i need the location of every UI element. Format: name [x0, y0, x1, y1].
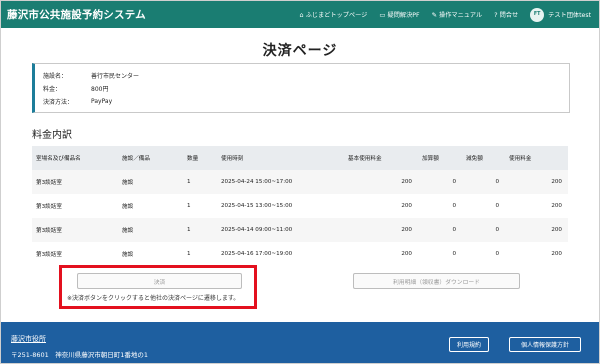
table-cell: 0: [495, 227, 499, 233]
info-method-row: 決済方法： PayPay: [43, 95, 569, 108]
table-cell: 0: [452, 179, 456, 185]
table-header-row: 室場名及び備品名 施設／備品 数量 使用時刻 基本使用料金 加算額 減免額 使用…: [32, 146, 568, 170]
table-cell: 0: [452, 227, 456, 233]
user-menu[interactable]: FT テスト団体test: [530, 7, 591, 22]
table-cell: 第3談話室: [36, 228, 62, 234]
footer-address: 〒251-8601 神奈川県藤沢市朝日町1番地の1: [11, 351, 149, 359]
table-cell: 0: [495, 203, 499, 209]
settle-note: ※決済ボタンをクリックすると他社の決済ページに遷移します。: [67, 295, 240, 302]
footer-org-link[interactable]: 藤沢市役所: [11, 334, 46, 344]
book-icon: ▭: [379, 10, 386, 19]
page-title: 決済ページ: [262, 43, 338, 59]
privacy-policy-button[interactable]: 個人情報保護方針: [509, 337, 581, 352]
nav-link-label: 疑問解決PF: [387, 12, 420, 19]
table-cell: 200: [401, 251, 412, 257]
table-cell: 200: [551, 227, 562, 233]
nav-link-label: 問合せ: [499, 12, 519, 19]
settle-button[interactable]: 決済: [77, 273, 242, 289]
nav-link-label: ふじまどトップページ: [305, 12, 368, 19]
terms-button[interactable]: 利用規約: [449, 337, 489, 352]
table-cell: 2025-04-14 09:00~11:00: [221, 227, 293, 233]
table-cell: 2025-04-15 13:00~15:00: [221, 203, 293, 209]
column-header: 減免額: [466, 156, 483, 162]
table-cell: 1: [187, 227, 191, 233]
table-cell: 2025-04-16 17:00~19:00: [221, 251, 293, 257]
info-label: 施設名：: [43, 73, 68, 80]
table-cell: 施設: [122, 204, 134, 210]
nav-links: ⌂ ふじまどトップページ ▭ 疑問解決PF ✎ 操作マニュアル ? 問合せ FT…: [299, 1, 591, 28]
table-cell: 0: [495, 251, 499, 257]
table-row: 第3談話室 施設 1 2025-04-14 09:00~11:00 200 0 …: [32, 218, 568, 242]
top-navbar: 藤沢市公共施設予約システム ⌂ ふじまどトップページ ▭ 疑問解決PF ✎ 操作…: [1, 1, 599, 28]
column-header: 室場名及び備品名: [36, 156, 81, 162]
payment-info-box: 施設名： 善行市民センター 料金： 800円 決済方法： PayPay: [32, 63, 570, 113]
table-cell: 1: [187, 203, 191, 209]
info-label: 決済方法：: [43, 99, 74, 106]
table-cell: 200: [401, 179, 412, 185]
table-row: 第3談話室 施設 1 2025-04-15 13:00~15:00 200 0 …: [32, 194, 568, 218]
table-cell: 200: [551, 203, 562, 209]
table-row: 第3談話室 施設 1 2025-04-16 17:00~19:00 200 0 …: [32, 242, 568, 266]
table-row: 第3談話室 施設 1 2025-04-24 15:00~17:00 200 0 …: [32, 170, 568, 194]
table-cell: 1: [187, 179, 191, 185]
table-cell: 0: [452, 203, 456, 209]
table-cell: 第3談話室: [36, 252, 62, 258]
table-cell: 0: [495, 179, 499, 185]
home-icon: ⌂: [299, 10, 304, 19]
table-cell: 施設: [122, 228, 134, 234]
info-facility-row: 施設名： 善行市民センター: [43, 69, 569, 82]
nav-faq-link[interactable]: ▭ 疑問解決PF: [379, 10, 420, 20]
column-header: 基本使用料金: [348, 156, 382, 162]
nav-top-page-link[interactable]: ⌂ ふじまどトップページ: [299, 10, 368, 20]
table-cell: 施設: [122, 180, 134, 186]
table-cell: 200: [551, 251, 562, 257]
info-label: 料金：: [43, 86, 62, 93]
nav-contact-link[interactable]: ? 問合せ: [494, 10, 519, 20]
column-header: 使用料金: [509, 156, 532, 162]
user-name: テスト団体test: [548, 12, 591, 19]
column-header: 使用時刻: [221, 156, 244, 162]
table-cell: 第3談話室: [36, 180, 62, 186]
info-value: PayPay: [91, 98, 113, 105]
pen-icon: ✎: [431, 10, 438, 19]
column-header: 施設／備品: [122, 156, 150, 162]
table-cell: 0: [452, 251, 456, 257]
nav-manual-link[interactable]: ✎ 操作マニュアル: [431, 10, 483, 20]
table-cell: 200: [401, 227, 412, 233]
column-header: 数量: [187, 156, 199, 162]
fee-breakdown-table: 室場名及び備品名 施設／備品 数量 使用時刻 基本使用料金 加算額 減免額 使用…: [32, 146, 568, 266]
receipt-download-button[interactable]: 利用明細（領収書）ダウンロード: [353, 273, 520, 289]
table-cell: 2025-04-24 15:00~17:00: [221, 179, 293, 185]
info-fee-row: 料金： 800円: [43, 82, 569, 95]
site-brand[interactable]: 藤沢市公共施設予約システム: [7, 7, 146, 22]
section-title: 料金内訳: [32, 130, 72, 141]
footer: 藤沢市役所 〒251-8601 神奈川県藤沢市朝日町1番地の1 利用規約 個人情…: [1, 322, 599, 363]
info-value: 800円: [91, 86, 109, 93]
column-header: 加算額: [422, 156, 439, 162]
table-cell: 200: [401, 203, 412, 209]
avatar: FT: [530, 7, 545, 22]
table-cell: 施設: [122, 252, 134, 258]
table-cell: 第3談話室: [36, 204, 62, 210]
info-value: 善行市民センター: [91, 73, 140, 80]
table-cell: 1: [187, 251, 191, 257]
table-cell: 200: [551, 179, 562, 185]
question-icon: ?: [494, 10, 498, 19]
nav-link-label: 操作マニュアル: [439, 12, 483, 19]
